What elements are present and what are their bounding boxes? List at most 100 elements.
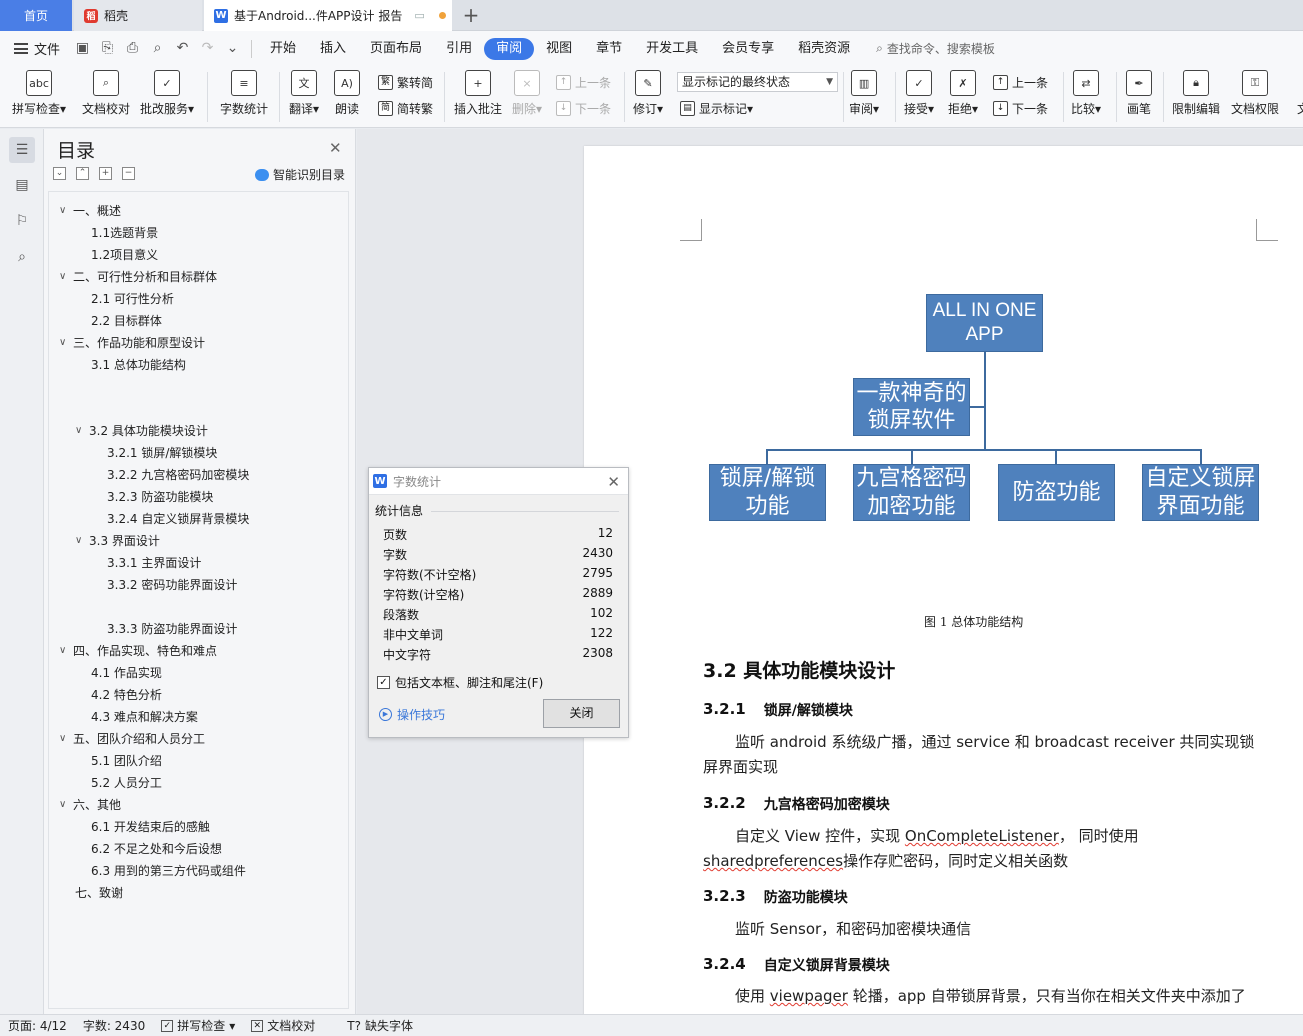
s2t-button[interactable]: 简 简转繁 [378, 100, 433, 117]
chevron-down-icon[interactable]: ∨ [59, 645, 73, 656]
dialog-titlebar[interactable]: W 字数统计 [369, 468, 628, 495]
menu-dev-tools[interactable]: 开发工具 [634, 38, 710, 60]
demote-level-icon[interactable]: − [122, 167, 135, 180]
undo-icon[interactable]: ↶ [174, 40, 191, 57]
review-pane-button[interactable]: ▥ 审阅▾ [849, 70, 879, 117]
chevron-down-icon[interactable]: ∨ [59, 337, 73, 348]
track-changes-button[interactable]: ✎ 修订▾ [633, 70, 663, 117]
accept-button[interactable]: ✓ 接受▾ [904, 70, 934, 117]
toc-item[interactable]: 4.3 难点和解决方案 [91, 708, 198, 725]
menu-start[interactable]: 开始 [258, 38, 308, 60]
read-aloud-button[interactable]: A) 朗读 [334, 70, 360, 117]
toc-item[interactable]: 3.2.4 自定义锁屏背景模块 [107, 510, 249, 527]
monitor-icon[interactable]: ▭ [414, 9, 424, 22]
ribbon-overflow-button[interactable]: 文 [1290, 70, 1303, 117]
menu-page-layout[interactable]: 页面布局 [358, 38, 434, 60]
toc-item[interactable]: 1.1选题背景 [91, 224, 158, 241]
toc-panel-icon[interactable]: ☰ [9, 137, 35, 163]
toc-item[interactable]: 2.1 可行性分析 [91, 290, 174, 307]
prev-comment-button[interactable]: ↑ 上一条 [556, 74, 611, 91]
toc-item[interactable]: 2.2 目标群体 [91, 312, 162, 329]
close-button[interactable]: 关闭 [543, 699, 620, 728]
tab-daoke[interactable]: 稻 稻壳 [74, 0, 202, 31]
status-spell-check[interactable]: ✓ 拼写检查 ▾ [153, 1017, 243, 1034]
batch-service-button[interactable]: ✓ 批改服务▾ [140, 70, 194, 117]
tab-document[interactable]: W 基于Android...件APP设计 报告 ▭ [204, 0, 452, 31]
toc-item[interactable]: 3.1 总体功能结构 [91, 356, 186, 373]
export-pdf-icon[interactable]: ⎘ [99, 40, 116, 57]
translate-button[interactable]: 文 翻译▾ [289, 70, 319, 117]
status-doc-proof[interactable]: ✕ 文档校对 [243, 1017, 323, 1034]
toc-item[interactable]: ∨ 三、作品功能和原型设计 [59, 334, 205, 351]
doc-permission-button[interactable]: ⚿ 文档权限 [1231, 70, 1279, 117]
next-comment-button[interactable]: ↓ 下一条 [556, 100, 611, 117]
toc-item[interactable]: 6.2 不足之处和今后设想 [91, 840, 222, 857]
toc-item[interactable]: 5.2 人员分工 [91, 774, 162, 791]
toc-item[interactable]: ∨ 六、其他 [59, 796, 121, 813]
prev-change-button[interactable]: ↑ 上一条 [993, 74, 1048, 91]
reject-button[interactable]: ✗ 拒绝▾ [948, 70, 978, 117]
chevron-down-icon[interactable]: ∨ [75, 535, 89, 546]
toc-item[interactable]: 3.3.2 密码功能界面设计 [107, 576, 237, 593]
print-icon[interactable]: ⎙ [124, 40, 141, 57]
next-change-button[interactable]: ↓ 下一条 [993, 100, 1048, 117]
promote-level-icon[interactable]: + [99, 167, 112, 180]
chevron-down-icon[interactable]: ∨ [59, 205, 73, 216]
menu-daoke-resources[interactable]: 稻壳资源 [786, 38, 862, 60]
compare-button[interactable]: ⇄ 比较▾ [1071, 70, 1101, 117]
pen-button[interactable]: ✒ 画笔 [1126, 70, 1152, 117]
toc-item[interactable]: ∨ 五、团队介绍和人员分工 [59, 730, 205, 747]
collapse-all-icon[interactable]: ⌃ [76, 167, 89, 180]
chevron-down-icon[interactable]: ∨ [59, 799, 73, 810]
tab-home[interactable]: 首页 [0, 0, 72, 31]
print-preview-icon[interactable]: ⌕ [149, 40, 166, 57]
menu-member[interactable]: 会员专享 [710, 38, 786, 60]
insert-comment-button[interactable]: + 插入批注 [454, 70, 502, 117]
bookmark-icon[interactable]: ⚐ [9, 208, 35, 234]
close-icon[interactable]: ✕ [329, 139, 342, 157]
menu-insert[interactable]: 插入 [308, 38, 358, 60]
expand-all-icon[interactable]: ⌄ [53, 167, 66, 180]
document-page[interactable]: ALL IN ONE APP 一款神奇的锁屏软件 锁屏/解锁功能 九宫格密码加密… [584, 146, 1303, 1014]
quick-access-dropdown-icon[interactable]: ⌄ [224, 40, 241, 57]
status-missing-font[interactable]: T? 缺失字体 [339, 1017, 421, 1034]
markup-state-select[interactable]: 显示标记的最终状态 ▼ [677, 72, 838, 92]
show-markup-button[interactable]: ▤ 显示标记▾ [680, 100, 753, 117]
toc-item[interactable]: 3.2.2 九宫格密码加密模块 [107, 466, 249, 483]
toc-item[interactable]: ∨ 3.2 具体功能模块设计 [75, 422, 208, 439]
toc-item[interactable]: 4.1 作品实现 [91, 664, 162, 681]
doc-proof-button[interactable]: ⌕ 文档校对 [82, 70, 130, 117]
smart-toc-button[interactable]: 智能识别目录 [255, 166, 345, 183]
chevron-down-icon[interactable]: ∨ [75, 425, 89, 436]
chevron-down-icon[interactable]: ∨ [59, 271, 73, 282]
toc-item[interactable]: 3.3.1 主界面设计 [107, 554, 201, 571]
toc-item[interactable]: ∨ 3.3 界面设计 [75, 532, 160, 549]
close-icon[interactable]: ✕ [607, 473, 620, 491]
toc-item[interactable]: 4.2 特色分析 [91, 686, 162, 703]
file-menu[interactable]: 文件 [0, 39, 70, 58]
toc-item[interactable]: 5.1 团队介绍 [91, 752, 162, 769]
toc-item[interactable]: 1.2项目意义 [91, 246, 158, 263]
toc-item[interactable]: ∨ 一、概述 [59, 202, 121, 219]
new-tab-plus-icon[interactable]: + [458, 3, 484, 27]
toc-item[interactable]: 3.2.3 防盗功能模块 [107, 488, 213, 505]
toc-item[interactable]: ∨ 二、可行性分析和目标群体 [59, 268, 217, 285]
chapter-nav-icon[interactable]: ▤ [9, 172, 35, 198]
menu-review[interactable]: 审阅 [484, 37, 535, 60]
toc-item[interactable]: 6.1 开发结束后的感触 [91, 818, 210, 835]
tips-link[interactable]: ▶ 操作技巧 [379, 706, 445, 723]
toc-item[interactable]: 3.2.1 锁屏/解锁模块 [107, 444, 217, 461]
word-count-indicator[interactable]: 字数: 2430 [75, 1017, 153, 1034]
menu-chapter[interactable]: 章节 [584, 38, 634, 60]
page-indicator[interactable]: 页面: 4/12 [0, 1017, 75, 1034]
command-search[interactable]: ⌕ 查找命令、搜索模板 [876, 40, 995, 57]
toc-item[interactable]: 6.3 用到的第三方代码或组件 [91, 862, 246, 879]
search-icon[interactable]: ⌕ [9, 244, 35, 270]
menu-reference[interactable]: 引用 [434, 38, 484, 60]
restrict-editing-button[interactable]: 🔒︎ 限制编辑 [1172, 70, 1220, 117]
toc-item[interactable]: 3.3.3 防盗功能界面设计 [107, 620, 237, 637]
redo-icon[interactable]: ↷ [199, 40, 216, 57]
chevron-down-icon[interactable]: ∨ [59, 733, 73, 744]
spell-check-button[interactable]: abc 拼写检查▾ [12, 70, 66, 117]
include-textbox-checkbox[interactable]: ✓ 包括文本框、脚注和尾注(F) [377, 674, 543, 691]
